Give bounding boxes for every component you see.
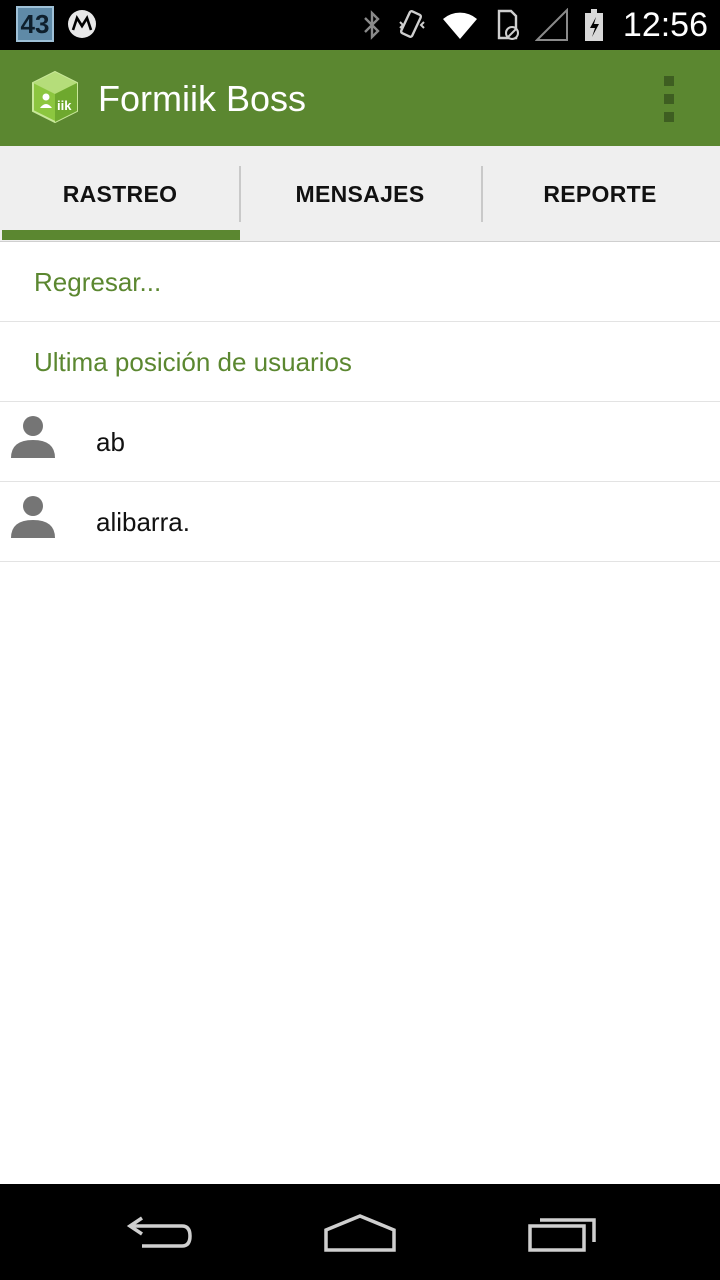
navigation-bar [0,1184,720,1280]
bluetooth-icon [364,10,380,40]
person-icon [10,414,56,465]
action-bar: iik Formiik Boss [0,50,720,146]
signal-icon [534,8,568,41]
battery-icon [584,9,603,41]
clock: 12:56 [622,6,708,44]
status-bar-system-icons: 12:56 [361,6,708,44]
status-bar-notifications: 43 [16,6,96,42]
back-row[interactable]: Regresar... [0,242,720,322]
sd-card-icon [497,9,519,40]
overflow-menu-icon[interactable] [662,76,676,122]
app-title: Formiik Boss [98,78,307,119]
formiik-logo-icon[interactable]: iik [30,70,80,129]
menu-dot [664,112,674,122]
motorola-icon [68,10,96,38]
user-name: alibarra. [96,507,190,537]
status-bar: 43 12:56 [0,0,720,50]
selected-tab-indicator [2,230,240,240]
list-item[interactable]: ab [0,402,720,482]
back-link[interactable]: Regresar... [34,264,161,300]
notification-count-badge: 43 [16,6,54,42]
tab-mensajes[interactable]: MENSAJES [240,146,480,242]
person-icon [10,494,56,545]
svg-text:iik: iik [57,98,72,113]
wifi-icon [442,12,477,39]
back-icon[interactable] [124,1212,196,1256]
vibrate-icon [399,10,425,38]
home-icon[interactable] [322,1212,398,1256]
list-item[interactable]: alibarra. [0,482,720,562]
user-list: Regresar... Ultima posición de usuarios … [0,242,720,562]
tab-bar: RASTREO MENSAJES REPORTE [0,146,720,242]
recents-icon[interactable] [526,1212,598,1256]
section-title: Ultima posición de usuarios [34,347,352,377]
user-name: ab [96,427,125,457]
menu-dot [664,76,674,86]
menu-dot [664,94,674,104]
tab-reporte[interactable]: REPORTE [480,146,720,242]
section-header-row: Ultima posición de usuarios [0,322,720,402]
tab-rastreo[interactable]: RASTREO [0,146,240,242]
